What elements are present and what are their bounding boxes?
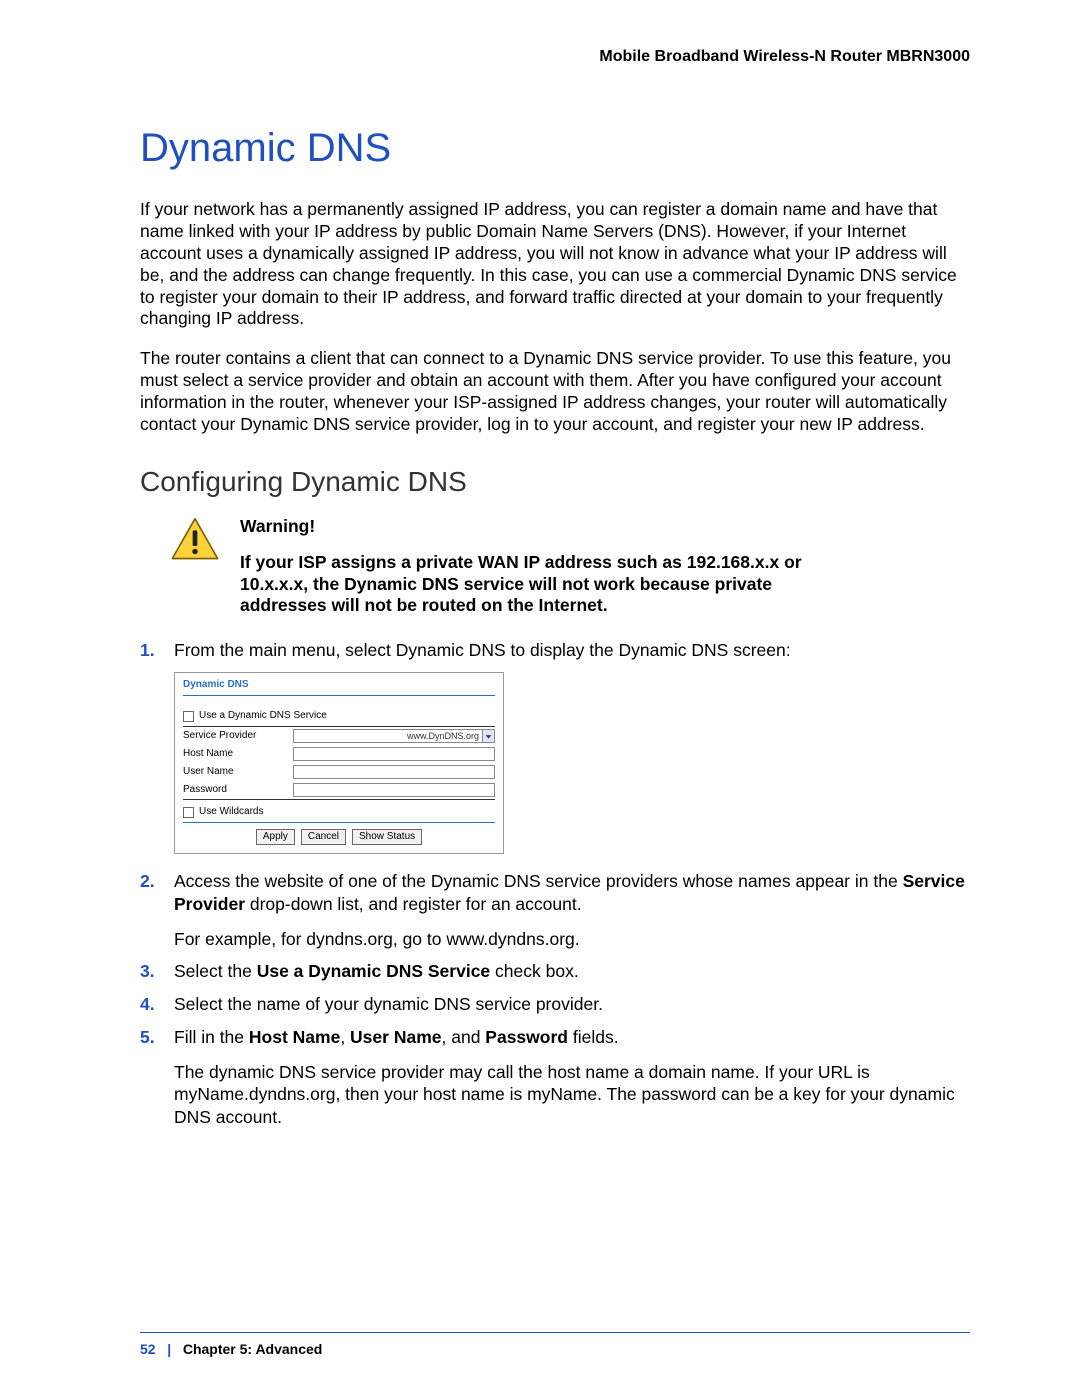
embedded-app-screenshot: Dynamic DNS Use a Dynamic DNS Service Se…	[174, 672, 504, 854]
use-dns-row: Use a Dynamic DNS Service	[175, 704, 503, 726]
step-5-b2: User Name	[350, 1027, 441, 1047]
service-provider-value: www.DynDNS.org	[407, 731, 479, 742]
step-2-extra: For example, for dyndns.org, go to www.d…	[174, 928, 970, 951]
step-5-pre: Fill in the	[174, 1027, 249, 1047]
warning-label: Warning!	[240, 516, 860, 538]
warning-icon	[170, 516, 220, 567]
use-dns-checkbox[interactable]	[183, 711, 194, 722]
step-3-post: check box.	[490, 961, 579, 981]
user-name-input[interactable]	[293, 765, 495, 779]
step-2-pre: Access the website of one of the Dynamic…	[174, 871, 903, 891]
step-5-post: fields.	[568, 1027, 619, 1047]
button-row: Apply Cancel Show Status	[175, 823, 503, 853]
step-1: From the main menu, select Dynamic DNS t…	[140, 639, 970, 854]
apply-button[interactable]: Apply	[256, 829, 295, 845]
step-3: Select the Use a Dynamic DNS Service che…	[140, 960, 970, 983]
intro-paragraph-2: The router contains a client that can co…	[140, 348, 970, 436]
use-dns-label: Use a Dynamic DNS Service	[199, 710, 327, 722]
wildcards-checkbox[interactable]	[183, 807, 194, 818]
step-3-bold: Use a Dynamic DNS Service	[257, 961, 490, 981]
service-provider-select[interactable]: www.DynDNS.org	[293, 729, 495, 743]
password-label: Password	[183, 784, 293, 796]
step-2: Access the website of one of the Dynamic…	[140, 870, 970, 950]
user-name-label: User Name	[183, 766, 293, 778]
step-3-pre: Select the	[174, 961, 257, 981]
page-title: Dynamic DNS	[140, 126, 970, 171]
host-name-input[interactable]	[293, 747, 495, 761]
step-5-extra: The dynamic DNS service provider may cal…	[174, 1061, 970, 1129]
password-row: Password	[175, 781, 503, 799]
product-header: Mobile Broadband Wireless-N Router MBRN3…	[140, 48, 970, 66]
step-5-m2: , and	[442, 1027, 486, 1047]
service-provider-row: Service Provider www.DynDNS.org	[175, 727, 503, 745]
footer-page-number: 52	[140, 1341, 156, 1357]
step-4: Select the name of your dynamic DNS serv…	[140, 993, 970, 1016]
step-2-post: drop-down list, and register for an acco…	[245, 894, 582, 914]
show-status-button[interactable]: Show Status	[352, 829, 422, 845]
service-provider-label: Service Provider	[183, 730, 293, 742]
wildcards-row: Use Wildcards	[175, 800, 503, 822]
step-5-b1: Host Name	[249, 1027, 340, 1047]
wildcards-label: Use Wildcards	[199, 806, 263, 818]
footer-chapter: Chapter 5: Advanced	[183, 1341, 323, 1357]
step-5: Fill in the Host Name, User Name, and Pa…	[140, 1026, 970, 1129]
step-1-text: From the main menu, select Dynamic DNS t…	[174, 640, 791, 660]
footer-rule	[140, 1332, 970, 1333]
step-5-m1: ,	[340, 1027, 350, 1047]
chevron-down-icon	[482, 730, 494, 742]
footer-separator: |	[167, 1341, 171, 1357]
user-name-row: User Name	[175, 763, 503, 781]
steps-list: From the main menu, select Dynamic DNS t…	[140, 639, 970, 1129]
cancel-button[interactable]: Cancel	[301, 829, 346, 845]
warning-body: If your ISP assigns a private WAN IP add…	[240, 552, 860, 618]
step-4-text: Select the name of your dynamic DNS serv…	[174, 994, 603, 1014]
warning-text: Warning! If your ISP assigns a private W…	[240, 516, 860, 618]
host-name-row: Host Name	[175, 745, 503, 763]
warning-block: Warning! If your ISP assigns a private W…	[170, 516, 970, 618]
intro-paragraph-1: If your network has a permanently assign…	[140, 199, 970, 330]
subsection-title: Configuring Dynamic DNS	[140, 466, 970, 498]
page-footer: 52 | Chapter 5: Advanced	[140, 1332, 970, 1357]
password-input[interactable]	[293, 783, 495, 797]
app-title: Dynamic DNS	[175, 673, 503, 695]
host-name-label: Host Name	[183, 748, 293, 760]
step-5-b3: Password	[485, 1027, 568, 1047]
